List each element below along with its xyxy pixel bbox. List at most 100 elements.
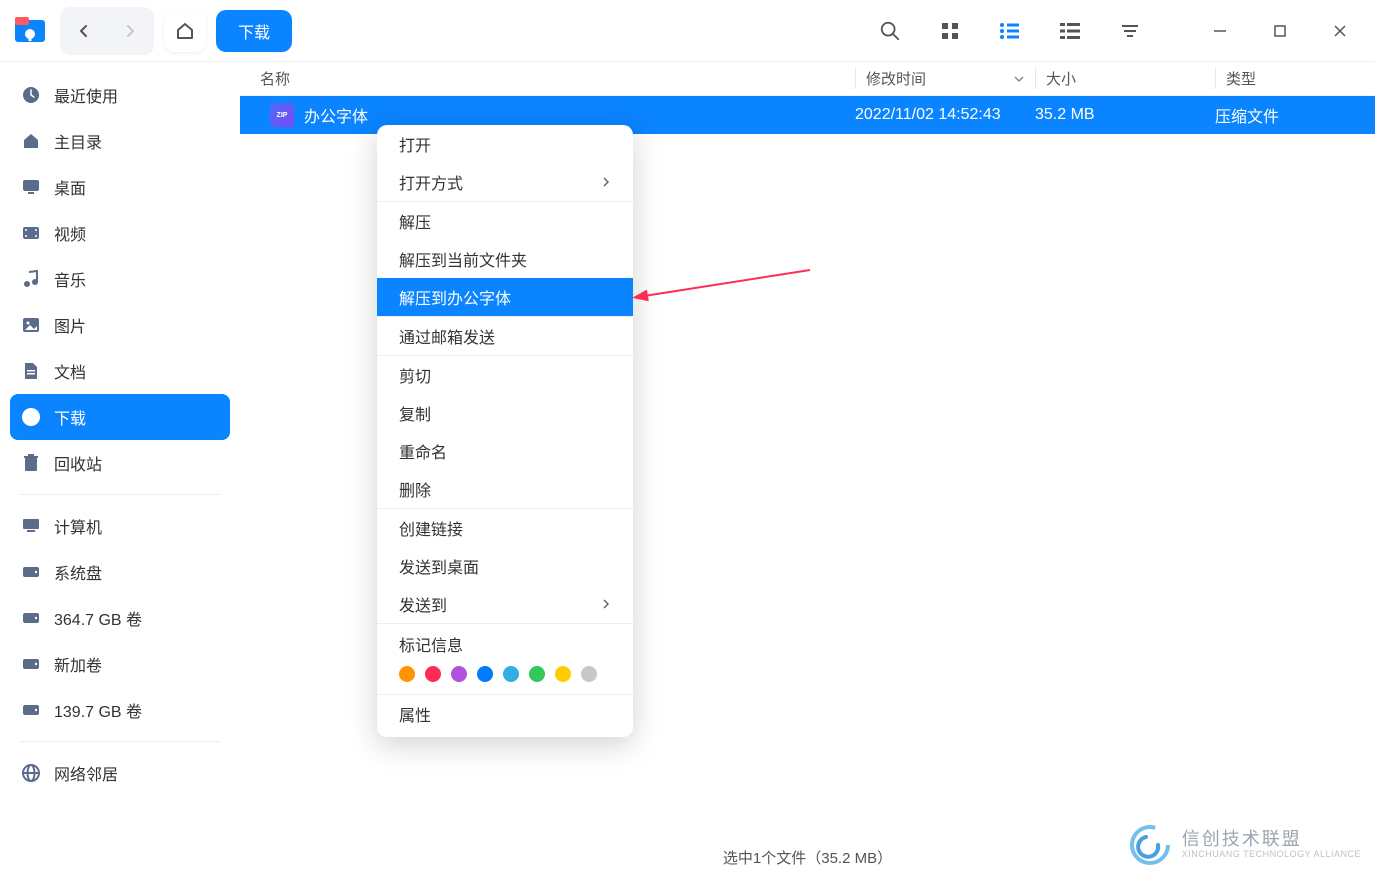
context-menu: 打开打开方式解压解压到当前文件夹解压到办公字体通过邮箱发送剪切复制重命名删除创建… — [377, 125, 633, 737]
column-type[interactable]: 类型 — [1215, 68, 1375, 89]
sidebar-item-label: 计算机 — [54, 514, 102, 538]
sidebar-item-net-0[interactable]: 网络邻居 — [10, 750, 230, 796]
sidebar-item-label: 最近使用 — [54, 83, 118, 107]
status-text: 选中1个文件（35.2 MB） — [723, 847, 892, 868]
context-menu-color-row — [377, 660, 633, 694]
sidebar-item-dev-0[interactable]: 计算机 — [10, 503, 230, 549]
video-icon — [20, 222, 42, 244]
color-tag-dot[interactable] — [555, 666, 571, 682]
file-size: 35.2 MB — [1035, 106, 1215, 124]
list-view-icon[interactable] — [985, 6, 1035, 56]
sidebar-item-main-6[interactable]: 文档 — [10, 348, 230, 394]
sidebar-item-main-2[interactable]: 桌面 — [10, 164, 230, 210]
sidebar-item-main-0[interactable]: 最近使用 — [10, 72, 230, 118]
color-tag-dot[interactable] — [581, 666, 597, 682]
context-menu-label: 属性 — [399, 702, 431, 726]
zip-file-icon: ZIP — [270, 103, 294, 127]
context-menu-item[interactable]: 创建链接 — [377, 509, 633, 547]
minimize-button[interactable] — [1195, 6, 1245, 56]
titlebar: 下载 — [0, 0, 1375, 62]
sidebar-item-dev-3[interactable]: 新加卷 — [10, 641, 230, 687]
context-menu-label: 解压到办公字体 — [399, 285, 511, 309]
context-menu-item[interactable]: 解压到办公字体 — [377, 278, 633, 316]
context-menu-item[interactable]: 解压 — [377, 202, 633, 240]
sidebar-item-label: 音乐 — [54, 267, 86, 291]
forward-button[interactable] — [110, 11, 150, 51]
sidebar-item-main-8[interactable]: 回收站 — [10, 440, 230, 486]
context-menu-label: 发送到桌面 — [399, 554, 479, 578]
file-manager-window: 下载 最近使用主目录桌面视频音乐图片文档下载回收站计算机系统盘364.7 GB … — [0, 0, 1375, 875]
disk-icon — [20, 607, 42, 629]
column-size[interactable]: 大小 — [1035, 68, 1215, 89]
sidebar-item-dev-2[interactable]: 364.7 GB 卷 — [10, 595, 230, 641]
sidebar-item-label: 139.7 GB 卷 — [54, 698, 142, 722]
context-menu-item[interactable]: 通过邮箱发送 — [377, 317, 633, 355]
sidebar-item-label: 图片 — [54, 313, 86, 337]
column-name[interactable]: 名称 — [240, 68, 855, 89]
context-menu-label: 复制 — [399, 401, 431, 425]
desktop-icon — [20, 176, 42, 198]
disk-icon — [20, 653, 42, 675]
computer-icon — [20, 515, 42, 537]
context-menu-item[interactable]: 复制 — [377, 394, 633, 432]
clock-icon — [20, 84, 42, 106]
context-menu-label: 创建链接 — [399, 516, 463, 540]
context-menu-item[interactable]: 剪切 — [377, 356, 633, 394]
context-menu-label: 解压到当前文件夹 — [399, 247, 527, 271]
sidebar-item-dev-4[interactable]: 139.7 GB 卷 — [10, 687, 230, 733]
context-menu-item-properties[interactable]: 属性 — [377, 695, 633, 733]
file-name: 办公字体 — [304, 103, 368, 127]
sidebar-item-dev-1[interactable]: 系统盘 — [10, 549, 230, 595]
back-button[interactable] — [64, 11, 104, 51]
sidebar-item-main-1[interactable]: 主目录 — [10, 118, 230, 164]
context-menu-tag-label: 标记信息 — [377, 624, 633, 660]
close-button[interactable] — [1315, 6, 1365, 56]
color-tag-dot[interactable] — [477, 666, 493, 682]
context-menu-item[interactable]: 删除 — [377, 470, 633, 508]
sort-icon[interactable] — [1105, 6, 1155, 56]
context-menu-item[interactable]: 打开方式 — [377, 163, 633, 201]
color-tag-dot[interactable] — [529, 666, 545, 682]
file-modified: 2022/11/02 14:52:43 — [855, 106, 1035, 124]
app-icon — [10, 11, 50, 51]
context-menu-item[interactable]: 解压到当前文件夹 — [377, 240, 633, 278]
sidebar-item-main-7[interactable]: 下载 — [10, 394, 230, 440]
context-menu-item[interactable]: 重命名 — [377, 432, 633, 470]
sidebar-item-label: 网络邻居 — [54, 761, 118, 785]
watermark-logo-icon — [1128, 823, 1172, 867]
home-button[interactable] — [164, 10, 206, 52]
sidebar-item-main-5[interactable]: 图片 — [10, 302, 230, 348]
disk-icon — [20, 699, 42, 721]
context-menu-item[interactable]: 发送到 — [377, 585, 633, 623]
file-type: 压缩文件 — [1215, 103, 1375, 127]
color-tag-dot[interactable] — [451, 666, 467, 682]
context-menu-item[interactable]: 发送到桌面 — [377, 547, 633, 585]
image-icon — [20, 314, 42, 336]
column-modified[interactable]: 修改时间 — [855, 68, 1035, 89]
watermark: 信创技术联盟XINCHUANG TECHNOLOGY ALLIANCE — [1128, 823, 1361, 867]
context-menu-item[interactable]: 打开 — [377, 125, 633, 163]
grid-view-icon[interactable] — [925, 6, 975, 56]
color-tag-dot[interactable] — [503, 666, 519, 682]
sidebar: 最近使用主目录桌面视频音乐图片文档下载回收站计算机系统盘364.7 GB 卷新加… — [0, 62, 240, 875]
color-tag-dot[interactable] — [425, 666, 441, 682]
watermark-en: XINCHUANG TECHNOLOGY ALLIANCE — [1182, 850, 1361, 860]
context-menu-label: 打开 — [399, 132, 431, 156]
location-download-button[interactable]: 下载 — [216, 10, 292, 52]
search-icon[interactable] — [865, 6, 915, 56]
sidebar-item-label: 视频 — [54, 221, 86, 245]
sidebar-item-label: 主目录 — [54, 129, 102, 153]
detail-view-icon[interactable] — [1045, 6, 1095, 56]
chevron-right-icon — [601, 176, 611, 188]
context-menu-label: 解压 — [399, 209, 431, 233]
maximize-button[interactable] — [1255, 6, 1305, 56]
context-menu-label: 删除 — [399, 477, 431, 501]
sidebar-item-main-3[interactable]: 视频 — [10, 210, 230, 256]
sidebar-item-main-4[interactable]: 音乐 — [10, 256, 230, 302]
download-icon — [20, 406, 42, 428]
sidebar-item-label: 回收站 — [54, 451, 102, 475]
nav-group — [60, 7, 154, 55]
context-menu-label: 重命名 — [399, 439, 447, 463]
context-menu-label: 剪切 — [399, 363, 431, 387]
color-tag-dot[interactable] — [399, 666, 415, 682]
